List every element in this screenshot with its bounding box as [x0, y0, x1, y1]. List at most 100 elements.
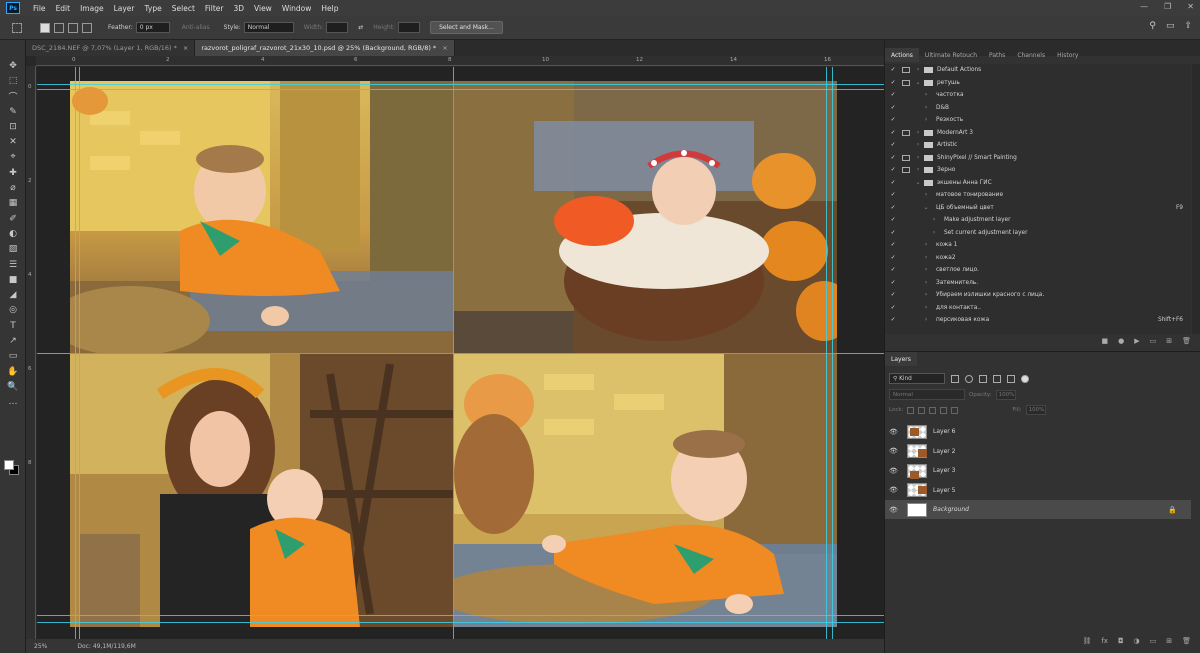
- history-brush-tool-icon[interactable]: ✐: [0, 211, 26, 226]
- menu-select[interactable]: Select: [167, 4, 200, 13]
- expand-chevron-icon[interactable]: ›: [922, 317, 930, 323]
- layer-name[interactable]: Layer 6: [933, 428, 955, 435]
- checkmark-icon[interactable]: ✓: [887, 155, 899, 161]
- blur-tool-icon[interactable]: ☰: [0, 257, 26, 272]
- expand-chevron-icon[interactable]: ›: [914, 67, 922, 73]
- intersect-selection-icon[interactable]: [82, 22, 92, 33]
- tab-channels[interactable]: Channels: [1011, 48, 1051, 62]
- marquee-preset-icon[interactable]: [12, 22, 22, 33]
- expand-chevron-icon[interactable]: ›: [930, 217, 938, 223]
- action-row[interactable]: ✓ ⌄ ЦБ объемный цвет F9: [885, 202, 1191, 215]
- expand-chevron-icon[interactable]: ›: [922, 292, 930, 298]
- width-input[interactable]: [326, 22, 349, 33]
- menu-type[interactable]: Type: [140, 4, 167, 13]
- expand-chevron-icon[interactable]: ›: [922, 105, 930, 111]
- dialog-toggle-icon[interactable]: [902, 154, 910, 161]
- stop-icon[interactable]: ■: [1101, 337, 1108, 345]
- clone-stamp-tool-icon[interactable]: ▦: [0, 196, 26, 211]
- ellipse-tool-icon[interactable]: ◎: [0, 303, 26, 318]
- delete-layer-icon[interactable]: 🗑: [1182, 637, 1191, 645]
- dialog-toggle-icon[interactable]: [902, 79, 910, 86]
- guide-horizontal[interactable]: [37, 622, 884, 623]
- delete-icon[interactable]: 🗑: [1182, 337, 1191, 345]
- layer-row[interactable]: 👁 Layer 2: [885, 442, 1191, 461]
- dialog-toggle-icon[interactable]: [902, 242, 910, 248]
- expand-chevron-icon[interactable]: ⌄: [914, 80, 922, 86]
- checkmark-icon[interactable]: ✓: [887, 80, 899, 86]
- add-mask-icon[interactable]: ◘: [1118, 637, 1124, 645]
- menu-image[interactable]: Image: [75, 4, 109, 13]
- dialog-toggle-icon[interactable]: [902, 230, 910, 236]
- swap-icon[interactable]: ⇄: [358, 24, 363, 31]
- layer-name[interactable]: Layer 2: [933, 448, 955, 455]
- dialog-toggle-icon[interactable]: [902, 105, 910, 111]
- action-row[interactable]: ✓ › Make adjustment layer: [885, 214, 1191, 227]
- checkmark-icon[interactable]: ✓: [887, 105, 899, 111]
- checkmark-icon[interactable]: ✓: [887, 92, 899, 98]
- rectangle-tool-icon[interactable]: ▭: [0, 349, 26, 364]
- checkmark-icon[interactable]: ✓: [887, 192, 899, 198]
- dialog-toggle-icon[interactable]: [902, 292, 910, 298]
- fill-input[interactable]: 100%: [1025, 405, 1046, 415]
- menu-edit[interactable]: Edit: [51, 4, 76, 13]
- menu-3d[interactable]: 3D: [228, 4, 249, 13]
- layer-row[interactable]: 👁 Layer 5: [885, 481, 1191, 500]
- brush-tool-icon[interactable]: ⌀: [0, 180, 26, 195]
- lasso-tool-icon[interactable]: ⌒: [0, 89, 26, 104]
- dialog-toggle-icon[interactable]: [902, 217, 910, 223]
- expand-chevron-icon[interactable]: ›: [922, 255, 930, 261]
- expand-chevron-icon[interactable]: ›: [922, 280, 930, 286]
- edit-toolbar-tool-icon[interactable]: …: [0, 395, 26, 410]
- lock-icon[interactable]: 🔒: [1168, 506, 1177, 514]
- visibility-eye-icon[interactable]: 👁: [889, 467, 901, 475]
- layer-style-icon[interactable]: fx: [1101, 637, 1108, 645]
- action-row[interactable]: ✓ › ModernArt 3: [885, 127, 1191, 140]
- tab-document-1[interactable]: DSC_2184.NEF @ 7,07% (Layer 1, RGB/16) *…: [26, 40, 196, 56]
- checkmark-icon[interactable]: ✓: [887, 230, 899, 236]
- dialog-toggle-icon[interactable]: [902, 180, 910, 186]
- checkmark-icon[interactable]: ✓: [887, 280, 899, 286]
- tab-document-2[interactable]: razvorot_poligraf_razvorot_21x30_10.psd …: [195, 40, 455, 56]
- checkmark-icon[interactable]: ✓: [887, 67, 899, 73]
- pixel-filter-icon[interactable]: [951, 374, 959, 383]
- tab-ultimate-retouch[interactable]: Ultimate Retouch: [919, 48, 983, 62]
- menu-view[interactable]: View: [249, 4, 277, 13]
- action-row[interactable]: ✓ ⌄ ретушь: [885, 77, 1191, 90]
- tab-actions[interactable]: Actions: [885, 48, 919, 62]
- shape-filter-icon[interactable]: [993, 374, 1001, 383]
- adjustment-layer-icon[interactable]: ◑: [1134, 637, 1140, 645]
- close-tab-icon[interactable]: ×: [442, 44, 447, 52]
- menu-filter[interactable]: Filter: [200, 4, 229, 13]
- new-layer-icon[interactable]: ⊞: [1166, 637, 1172, 645]
- record-icon[interactable]: ●: [1118, 337, 1124, 345]
- action-row[interactable]: ✓ › кожа 1: [885, 239, 1191, 252]
- dialog-toggle-icon[interactable]: [902, 167, 910, 174]
- action-row[interactable]: ✓ › Зерно: [885, 164, 1191, 177]
- menu-window[interactable]: Window: [277, 4, 317, 13]
- expand-chevron-icon[interactable]: ›: [922, 192, 930, 198]
- type-filter-icon[interactable]: [979, 374, 987, 383]
- expand-chevron-icon[interactable]: ›: [914, 155, 922, 161]
- close-icon[interactable]: ✕: [1187, 2, 1194, 11]
- subtract-selection-icon[interactable]: [68, 22, 78, 33]
- expand-chevron-icon[interactable]: ›: [922, 305, 930, 311]
- canvas-area[interactable]: [37, 67, 884, 639]
- rectangular-marquee-tool-icon[interactable]: ⬚: [0, 73, 26, 88]
- action-row[interactable]: ✓ › частотка: [885, 89, 1191, 102]
- layer-row[interactable]: 👁 Layer 3: [885, 461, 1191, 480]
- dialog-toggle-icon[interactable]: [902, 255, 910, 261]
- action-row[interactable]: ✓ › матовое тонирование: [885, 189, 1191, 202]
- move-tool-icon[interactable]: ✥: [0, 58, 26, 73]
- dodge-tool-icon[interactable]: ■: [0, 272, 26, 287]
- expand-chevron-icon[interactable]: ›: [914, 130, 922, 136]
- layer-row[interactable]: 👁 Layer 6: [885, 422, 1191, 441]
- kind-filter-select[interactable]: ⚲ Kind: [889, 373, 945, 384]
- menu-help[interactable]: Help: [316, 4, 343, 13]
- feather-input[interactable]: 0 px: [135, 22, 170, 33]
- tab-history[interactable]: History: [1051, 48, 1084, 62]
- expand-chevron-icon[interactable]: ›: [914, 142, 922, 148]
- checkmark-icon[interactable]: ✓: [887, 130, 899, 136]
- expand-chevron-icon[interactable]: ›: [922, 242, 930, 248]
- expand-chevron-icon[interactable]: ›: [922, 117, 930, 123]
- type-tool-icon[interactable]: T: [0, 318, 26, 333]
